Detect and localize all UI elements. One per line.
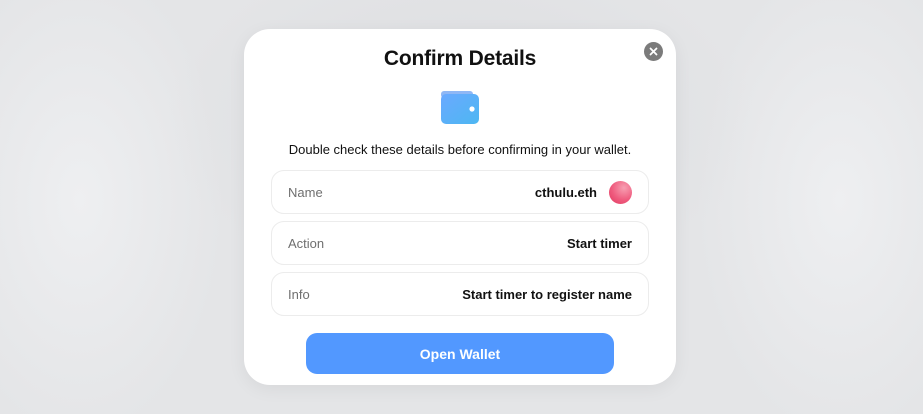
detail-label: Info [288,286,310,302]
wallet-icon [441,91,479,124]
confirm-details-modal: Confirm Details Double check these detai… [244,29,676,385]
detail-label: Action [288,235,325,251]
detail-value: Start timer to register name [462,286,632,302]
open-wallet-button[interactable]: Open Wallet [306,333,614,374]
avatar [609,180,632,204]
detail-row-action: Action Start timer [271,221,649,265]
modal-title: Confirm Details [383,47,537,70]
detail-row-name: Name cthulu.eth [271,170,649,214]
detail-value-wrap: cthulu.eth [534,180,632,204]
close-button[interactable] [644,42,663,61]
modal-subtitle: Double check these details before confir… [288,142,632,157]
detail-value: cthulu.eth [534,184,597,200]
detail-row-info: Info Start timer to register name [271,272,649,316]
detail-label: Name [288,184,323,200]
close-icon [649,47,658,56]
detail-value: Start timer [566,235,632,251]
